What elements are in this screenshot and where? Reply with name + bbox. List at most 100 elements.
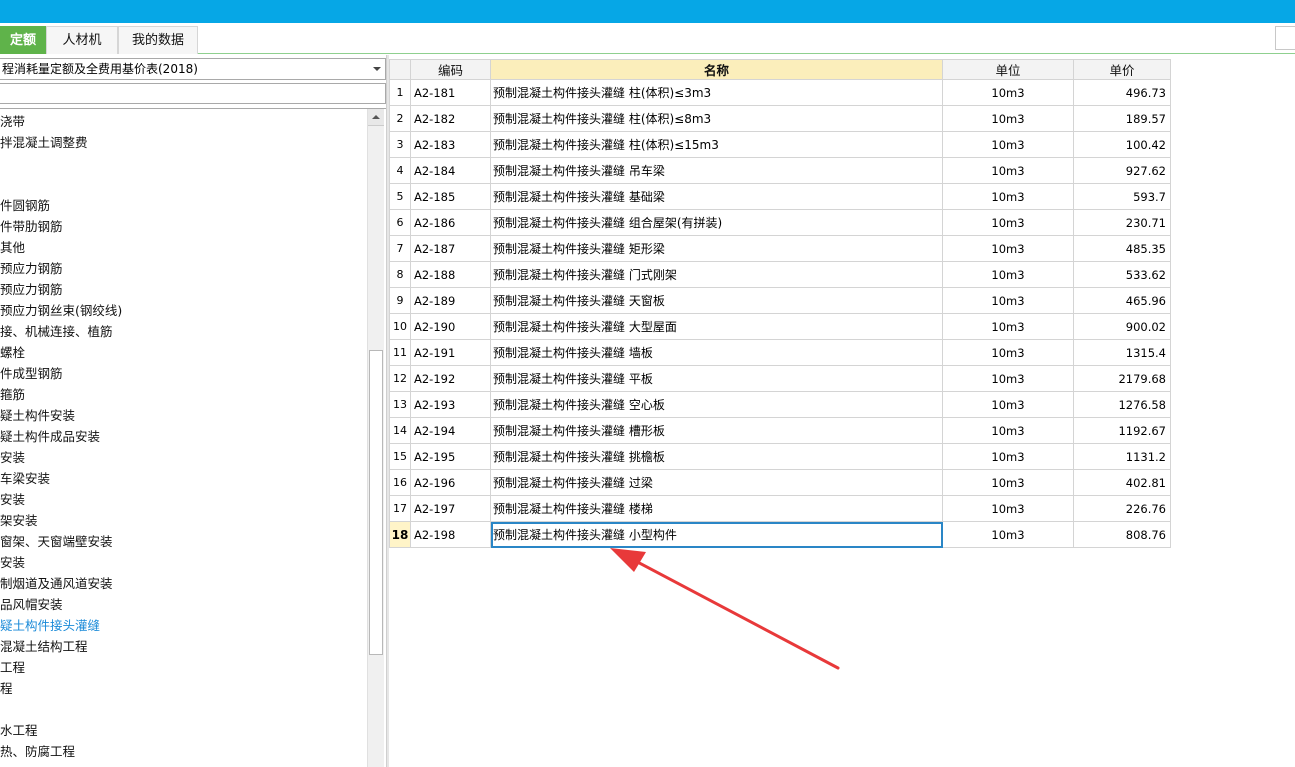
row-price[interactable]: 1192.67 [1073, 417, 1171, 444]
row-price[interactable]: 226.76 [1073, 495, 1171, 522]
row-unit[interactable]: 10m3 [942, 495, 1074, 522]
row-code[interactable]: A2-190 [410, 313, 491, 340]
row-price[interactable]: 1131.2 [1073, 443, 1171, 470]
table-row[interactable]: 5 A2-185 预制混凝土构件接头灌缝 基础梁 10m3 593.7 [389, 183, 1171, 210]
table-row[interactable]: 18 A2-198 预制混凝土构件接头灌缝 小型构件 10m3 808.76 [389, 521, 1171, 548]
row-index[interactable]: 14 [389, 417, 411, 444]
row-unit[interactable]: 10m3 [942, 287, 1074, 314]
row-index[interactable]: 12 [389, 365, 411, 392]
tree-item[interactable]: 接、机械连接、植筋 [0, 321, 366, 342]
row-index[interactable]: 9 [389, 287, 411, 314]
table-row[interactable]: 8 A2-188 预制混凝土构件接头灌缝 门式刚架 10m3 533.62 [389, 261, 1171, 288]
row-index[interactable]: 8 [389, 261, 411, 288]
tree-item[interactable]: 工程 [0, 657, 366, 678]
tree-item[interactable]: 程 [0, 678, 366, 699]
tree-item[interactable]: 箍筋 [0, 384, 366, 405]
row-index[interactable]: 15 [389, 443, 411, 470]
tree-item[interactable]: 窗架、天窗端壁安装 [0, 531, 366, 552]
row-unit[interactable]: 10m3 [942, 235, 1074, 262]
row-code[interactable]: A2-198 [410, 521, 491, 548]
row-price[interactable]: 1315.4 [1073, 339, 1171, 366]
row-index[interactable]: 2 [389, 105, 411, 132]
table-row[interactable]: 17 A2-197 预制混凝土构件接头灌缝 楼梯 10m3 226.76 [389, 495, 1171, 522]
tree-item[interactable]: 架安装 [0, 510, 366, 531]
tree-item[interactable]: 热、防腐工程 [0, 741, 366, 762]
table-row[interactable]: 12 A2-192 预制混凝土构件接头灌缝 平板 10m3 2179.68 [389, 365, 1171, 392]
row-name[interactable]: 预制混凝土构件接头灌缝 组合屋架(有拼装) [490, 209, 943, 236]
row-code[interactable]: A2-189 [410, 287, 491, 314]
tree-item[interactable]: 预应力钢筋 [0, 279, 366, 300]
row-name[interactable]: 预制混凝土构件接头灌缝 柱(体积)≤3m3 [490, 79, 943, 106]
tree-item[interactable]: 疑土构件安装 [0, 405, 366, 426]
row-code[interactable]: A2-196 [410, 469, 491, 496]
tree-item[interactable]: 疑土构件成品安装 [0, 426, 366, 447]
row-index[interactable]: 10 [389, 313, 411, 340]
row-index[interactable]: 18 [389, 521, 411, 548]
table-row[interactable]: 10 A2-190 预制混凝土构件接头灌缝 大型屋面 10m3 900.02 [389, 313, 1171, 340]
row-index[interactable]: 16 [389, 469, 411, 496]
row-unit[interactable]: 10m3 [942, 365, 1074, 392]
row-code[interactable]: A2-187 [410, 235, 491, 262]
row-name[interactable]: 预制混凝土构件接头灌缝 挑檐板 [490, 443, 943, 470]
tree-item[interactable]: 安装 [0, 447, 366, 468]
table-row[interactable]: 13 A2-193 预制混凝土构件接头灌缝 空心板 10m3 1276.58 [389, 391, 1171, 418]
row-code[interactable]: A2-194 [410, 417, 491, 444]
row-index[interactable]: 4 [389, 157, 411, 184]
tree-item[interactable]: 件成型钢筋 [0, 363, 366, 384]
tree-item[interactable]: 预应力钢丝束(钢绞线) [0, 300, 366, 321]
search-input[interactable] [0, 83, 386, 104]
row-name[interactable]: 预制混凝土构件接头灌缝 矩形梁 [490, 235, 943, 262]
library-select[interactable]: 程消耗量定额及全费用基价表(2018) [0, 58, 386, 80]
table-row[interactable]: 3 A2-183 预制混凝土构件接头灌缝 柱(体积)≤15m3 10m3 100.42 [389, 131, 1171, 158]
row-name[interactable]: 预制混凝土构件接头灌缝 吊车梁 [490, 157, 943, 184]
row-unit[interactable]: 10m3 [942, 443, 1074, 470]
tab-quota[interactable]: 定额 [0, 26, 46, 54]
tree-scrollbar[interactable] [367, 109, 384, 767]
row-unit[interactable]: 10m3 [942, 183, 1074, 210]
tree-item[interactable]: 预应力钢筋 [0, 258, 366, 279]
table-row[interactable]: 6 A2-186 预制混凝土构件接头灌缝 组合屋架(有拼装) 10m3 230.71 [389, 209, 1171, 236]
row-index[interactable]: 17 [389, 495, 411, 522]
tree-item[interactable]: 拌混凝土调整费 [0, 132, 366, 153]
row-name[interactable]: 预制混凝土构件接头灌缝 门式刚架 [490, 261, 943, 288]
row-price[interactable]: 533.62 [1073, 261, 1171, 288]
row-unit[interactable]: 10m3 [942, 209, 1074, 236]
row-price[interactable]: 2179.68 [1073, 365, 1171, 392]
tree-item[interactable]: 浇带 [0, 111, 366, 132]
table-row[interactable]: 7 A2-187 预制混凝土构件接头灌缝 矩形梁 10m3 485.35 [389, 235, 1171, 262]
row-index[interactable]: 13 [389, 391, 411, 418]
row-code[interactable]: A2-195 [410, 443, 491, 470]
chevron-down-icon[interactable] [373, 67, 381, 71]
header-name[interactable]: 名称 [490, 59, 943, 80]
row-unit[interactable]: 10m3 [942, 391, 1074, 418]
tab-labor-material-machine[interactable]: 人材机 [46, 26, 118, 54]
tree-item[interactable]: 混凝土结构工程 [0, 636, 366, 657]
tree-item[interactable]: 制烟道及通风道安装 [0, 573, 366, 594]
header-code[interactable]: 编码 [410, 59, 491, 80]
scroll-thumb[interactable] [369, 350, 383, 655]
row-name[interactable]: 预制混凝土构件接头灌缝 空心板 [490, 391, 943, 418]
row-name[interactable]: 预制混凝土构件接头灌缝 过梁 [490, 469, 943, 496]
tree-item[interactable]: 件圆钢筋 [0, 195, 366, 216]
row-index[interactable]: 11 [389, 339, 411, 366]
row-name[interactable]: 预制混凝土构件接头灌缝 柱(体积)≤15m3 [490, 131, 943, 158]
row-name[interactable]: 预制混凝土构件接头灌缝 平板 [490, 365, 943, 392]
row-price[interactable]: 593.7 [1073, 183, 1171, 210]
row-price[interactable]: 900.02 [1073, 313, 1171, 340]
row-unit[interactable]: 10m3 [942, 261, 1074, 288]
row-price[interactable]: 100.42 [1073, 131, 1171, 158]
table-row[interactable]: 2 A2-182 预制混凝土构件接头灌缝 柱(体积)≤8m3 10m3 189.57 [389, 105, 1171, 132]
header-price[interactable]: 单价 [1073, 59, 1171, 80]
row-code[interactable]: A2-185 [410, 183, 491, 210]
row-code[interactable]: A2-182 [410, 105, 491, 132]
row-index[interactable]: 3 [389, 131, 411, 158]
table-row[interactable]: 1 A2-181 预制混凝土构件接头灌缝 柱(体积)≤3m3 10m3 496.73 [389, 79, 1171, 106]
row-price[interactable]: 402.81 [1073, 469, 1171, 496]
tree-item[interactable]: 其他 [0, 237, 366, 258]
row-code[interactable]: A2-184 [410, 157, 491, 184]
row-unit[interactable]: 10m3 [942, 469, 1074, 496]
header-unit[interactable]: 单位 [942, 59, 1074, 80]
tree-item[interactable] [0, 699, 366, 720]
tree-item[interactable]: 件带肋钢筋 [0, 216, 366, 237]
tree-item[interactable]: 安装 [0, 489, 366, 510]
